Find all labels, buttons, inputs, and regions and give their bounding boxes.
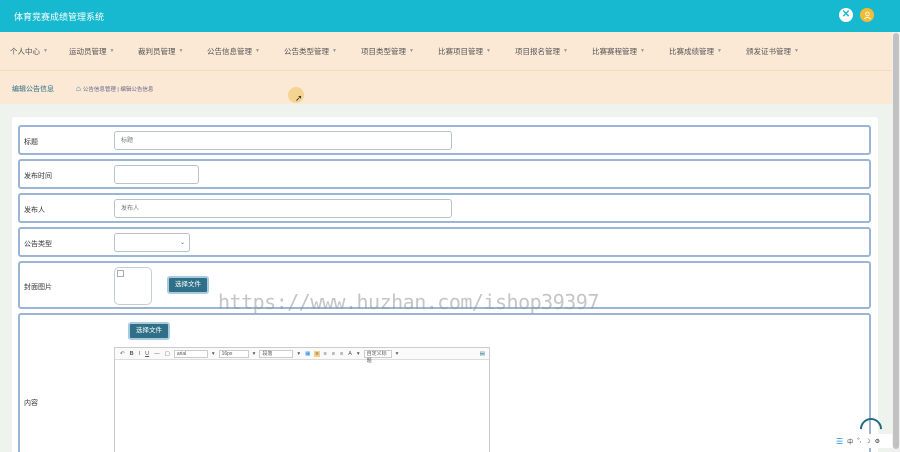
font-size-select[interactable]: 16px <box>218 349 249 358</box>
top-header: 体育竞赛成绩管理系统 ✕ <box>0 0 900 32</box>
italic-icon[interactable]: I <box>138 351 142 357</box>
notice-type-select[interactable]: ⌄ <box>114 233 190 252</box>
caret-down-icon: ▾ <box>211 350 215 357</box>
nav-score-management[interactable]: 比赛成绩管理 ▼ <box>669 46 746 57</box>
align-center-icon[interactable]: ≡ <box>323 351 328 357</box>
align-left-icon[interactable]: ≡ <box>314 350 320 357</box>
menu-icon[interactable]: ☰ <box>836 437 843 446</box>
align-justify-icon[interactable]: ≡ <box>339 351 344 357</box>
nav-personal-center[interactable]: 个人中心 ▼ <box>10 46 69 57</box>
form-row-title: 标题 <box>18 125 871 155</box>
caret-down-icon: ▾ <box>395 350 399 357</box>
caret-down-icon: ▼ <box>255 48 260 54</box>
edit-form-card: 标题 发布时间 发布人 公告类型 ⌄ 封面图片 选择文件 内容 选择文件 ↶ B… <box>12 117 878 452</box>
nav-notice-type-management[interactable]: 公告类型管理 ▼ <box>284 46 361 57</box>
breadcrumb-bar: 编辑公告信息 ⌂ 公告信息管理 | 编辑公告信息 <box>0 70 892 104</box>
title-label: 标题 <box>24 139 38 146</box>
custom-title-select[interactable]: 自定义标题 <box>363 349 392 364</box>
caret-down-icon: ▼ <box>409 48 414 54</box>
bold-icon[interactable]: B <box>129 351 135 357</box>
clear-format-icon[interactable]: ▢ <box>164 351 171 357</box>
caret-down-icon: ▾ <box>297 350 301 357</box>
form-row-publisher: 发布人 <box>18 193 871 223</box>
title-input[interactable] <box>114 131 452 150</box>
moon-icon[interactable]: ☽ <box>865 438 870 445</box>
form-row-publish-time: 发布时间 <box>18 159 871 189</box>
ime-lang[interactable]: 中 <box>847 437 853 446</box>
nav-notice-management[interactable]: 公告信息管理 ▼ <box>207 46 284 57</box>
page-title: 编辑公告信息 <box>12 86 54 93</box>
settings-icon[interactable]: ⚙ <box>875 438 880 445</box>
caret-down-icon: ▼ <box>178 48 184 54</box>
breadcrumb: ⌂ 公告信息管理 | 编辑公告信息 <box>76 84 153 93</box>
caret-down-icon: ▼ <box>794 48 799 54</box>
publisher-label: 发布人 <box>24 207 45 214</box>
table-icon[interactable]: ▦ <box>304 351 311 357</box>
main-nav: 个人中心 ▼ 运动员管理 ▼ 裁判员管理 ▼ 公告信息管理 ▼ 公告类型管理 ▼ 项目类型… <box>0 32 892 70</box>
close-icon[interactable]: ✕ <box>839 8 853 22</box>
nav-athlete-management[interactable]: 运动员管理 ▼ <box>69 46 138 57</box>
paragraph-select[interactable]: 段落 <box>259 349 294 358</box>
caret-down-icon: ▼ <box>640 48 645 54</box>
publish-time-label: 发布时间 <box>24 173 52 180</box>
notice-type-label: 公告类型 <box>24 241 52 248</box>
editor-toolbar: ↶ B I U — ▢ arial ▾ 16px ▾ 段落 ▾ ▦ ≡ ≡ ≡ … <box>115 348 489 364</box>
font-name-select[interactable]: arial <box>173 349 208 358</box>
align-right-icon[interactable]: ≡ <box>331 351 336 357</box>
caret-down-icon: ▾ <box>356 350 360 357</box>
punctuation-icon[interactable]: °, <box>857 438 861 444</box>
chevron-down-icon: ⌄ <box>179 240 185 246</box>
font-color-icon[interactable]: A <box>347 351 353 357</box>
cover-choose-file-button[interactable]: 选择文件 <box>167 276 209 294</box>
publisher-input[interactable] <box>114 199 452 218</box>
publish-time-input[interactable] <box>114 165 199 184</box>
caret-down-icon: ▼ <box>486 48 491 54</box>
caret-down-icon: ▼ <box>332 48 337 54</box>
caret-down-icon: ▼ <box>563 48 568 54</box>
caret-down-icon: ▼ <box>43 48 48 54</box>
nav-certificate-management[interactable]: 颁发证书管理 ▼ <box>746 46 823 57</box>
fullscreen-icon[interactable]: ▤ <box>479 351 486 357</box>
user-avatar-icon[interactable] <box>860 8 874 22</box>
content-choose-file-button[interactable]: 选择文件 <box>128 322 170 340</box>
caret-down-icon: ▼ <box>717 48 722 54</box>
cover-image-preview[interactable] <box>114 267 152 305</box>
home-icon[interactable]: ⌂ <box>76 84 81 93</box>
app-title: 体育竞赛成绩管理系统 <box>14 12 105 22</box>
rich-text-editor[interactable]: ↶ B I U — ▢ arial ▾ 16px ▾ 段落 ▾ ▦ ≡ ≡ ≡ … <box>114 347 490 452</box>
top-icons: ✕ <box>839 8 874 22</box>
mouse-cursor-icon: ➚ <box>295 93 303 103</box>
caret-down-icon: ▼ <box>109 48 115 54</box>
nav-event-management[interactable]: 比赛项目管理 ▼ <box>438 46 515 57</box>
horizontal-rule-icon[interactable]: — <box>153 351 161 357</box>
nav-item-type-management[interactable]: 项目类型管理 ▼ <box>361 46 438 57</box>
undo-icon[interactable]: ↶ <box>119 351 126 357</box>
nav-referee-management[interactable]: 裁判员管理 ▼ <box>138 46 207 57</box>
form-row-content: 内容 选择文件 ↶ B I U — ▢ arial ▾ 16px ▾ 段落 ▾ … <box>18 313 871 452</box>
broken-image-icon <box>117 270 124 277</box>
ime-toolbar: ☰ 中 °, ☽ ⚙ <box>834 434 892 448</box>
nav-schedule-management[interactable]: 比赛赛程管理 ▼ <box>592 46 669 57</box>
nav-registration-management[interactable]: 项目报名管理 ▼ <box>515 46 592 57</box>
form-row-notice-type: 公告类型 ⌄ <box>18 227 871 257</box>
watermark-text: https://www.huzhan.com/ishop39397 <box>218 290 599 314</box>
breadcrumb-path[interactable]: 公告信息管理 | 编辑公告信息 <box>83 85 154 93</box>
cover-image-label: 封面图片 <box>24 284 52 291</box>
underline-icon[interactable]: U <box>144 351 150 357</box>
content-label: 内容 <box>24 400 38 407</box>
caret-down-icon: ▾ <box>252 350 256 357</box>
scrollbar-thumb[interactable] <box>893 33 899 449</box>
